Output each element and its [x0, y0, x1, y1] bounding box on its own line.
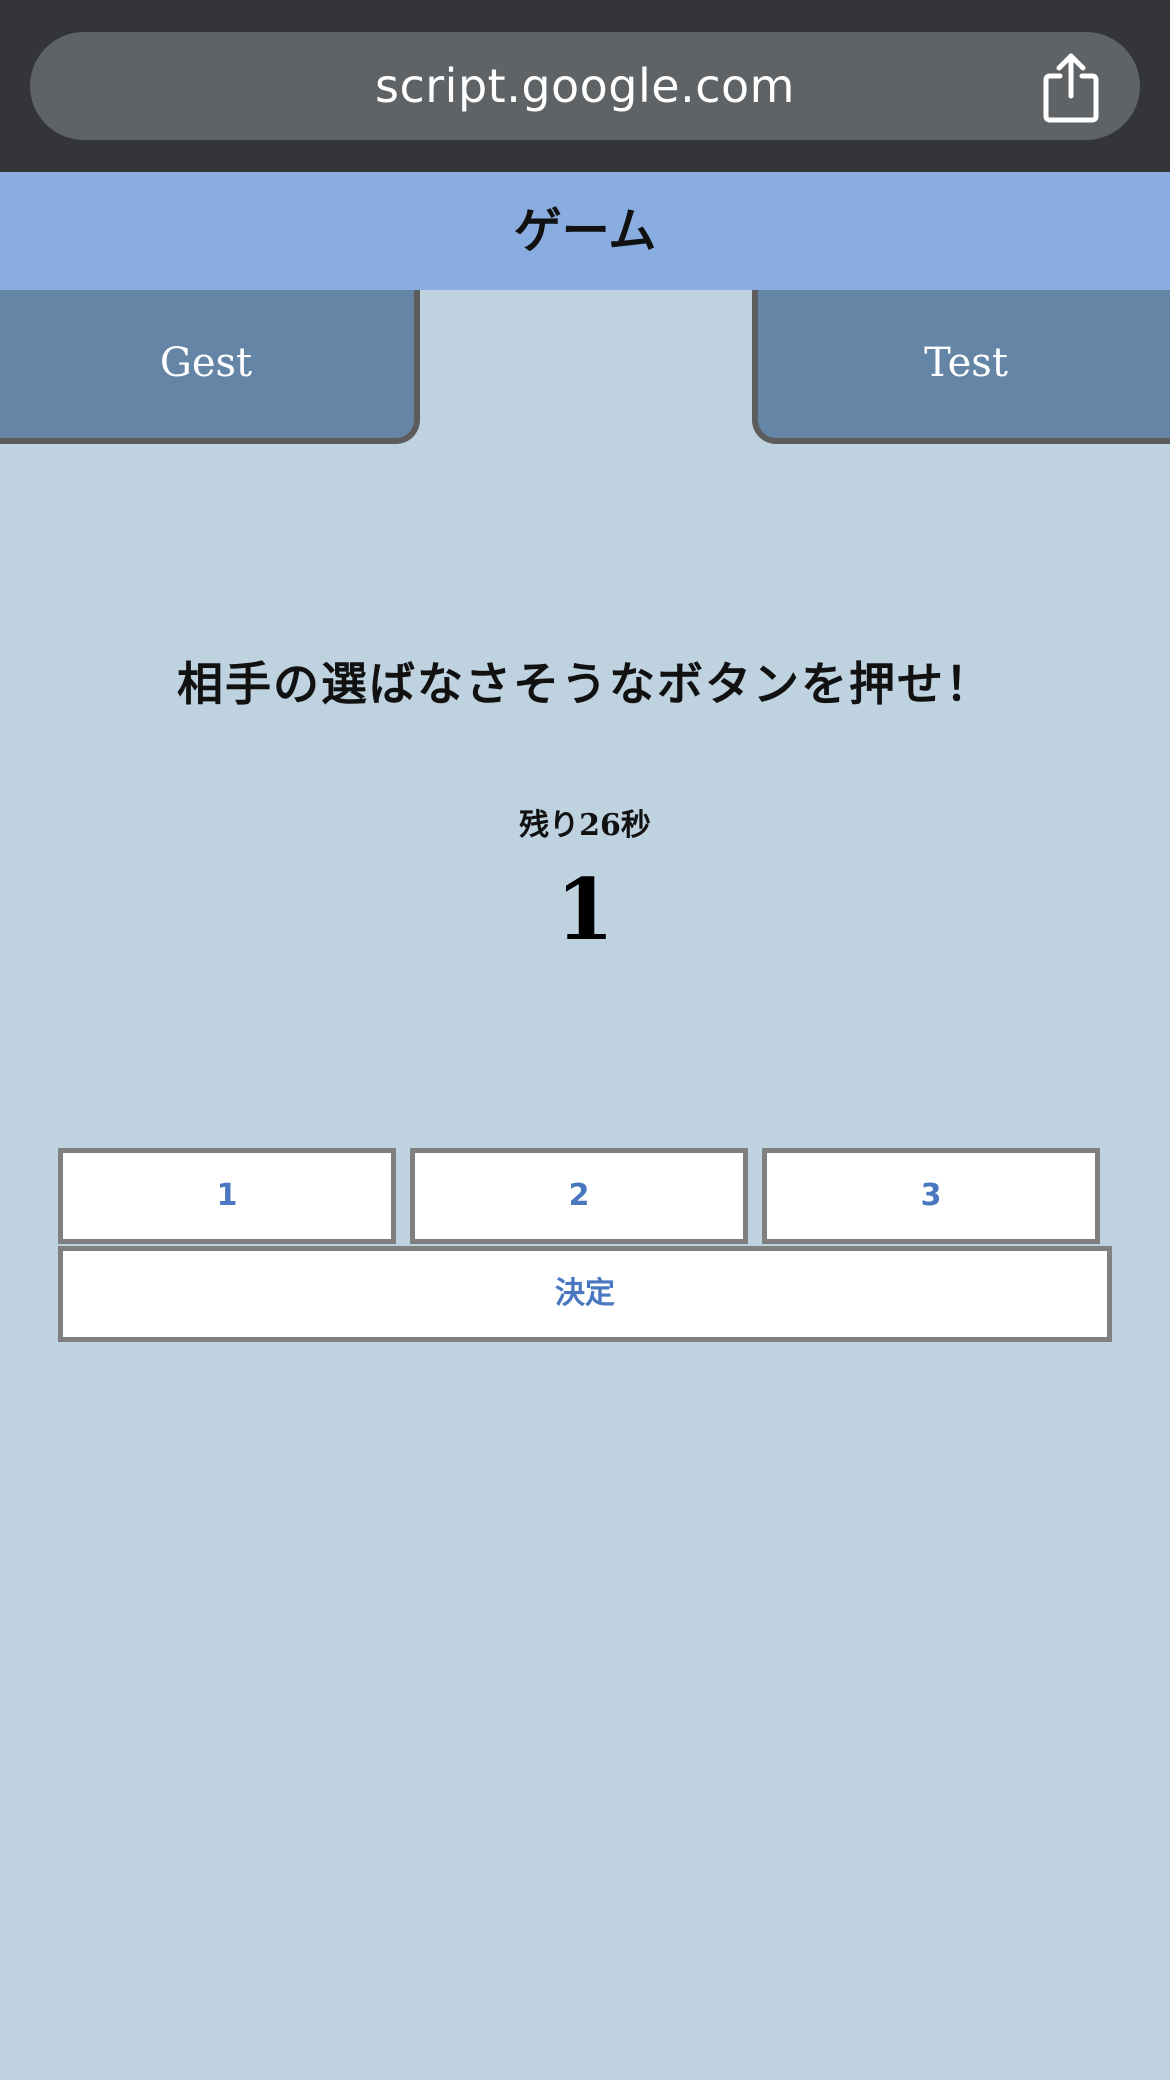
choice-button-3[interactable]: 3: [762, 1148, 1100, 1244]
player-tab-left: Gest: [0, 290, 420, 444]
player-tab-right: Test: [752, 290, 1170, 444]
choice-button-1[interactable]: 1: [58, 1148, 396, 1244]
choice-button-2[interactable]: 2: [410, 1148, 748, 1244]
browser-toolbar: script.google.com: [0, 0, 1170, 172]
game-prompt: 相手の選ばなさそうなボタンを押せ！: [177, 657, 993, 711]
current-selection: 1: [555, 860, 615, 959]
app-header: ゲーム: [0, 172, 1170, 290]
confirm-button[interactable]: 決定: [58, 1246, 1112, 1342]
share-icon[interactable]: [1040, 52, 1102, 124]
address-bar[interactable]: script.google.com: [30, 32, 1140, 140]
page-title: ゲーム: [513, 203, 657, 259]
countdown-timer: 残り26秒: [519, 808, 651, 843]
url-text[interactable]: script.google.com: [30, 32, 1140, 140]
